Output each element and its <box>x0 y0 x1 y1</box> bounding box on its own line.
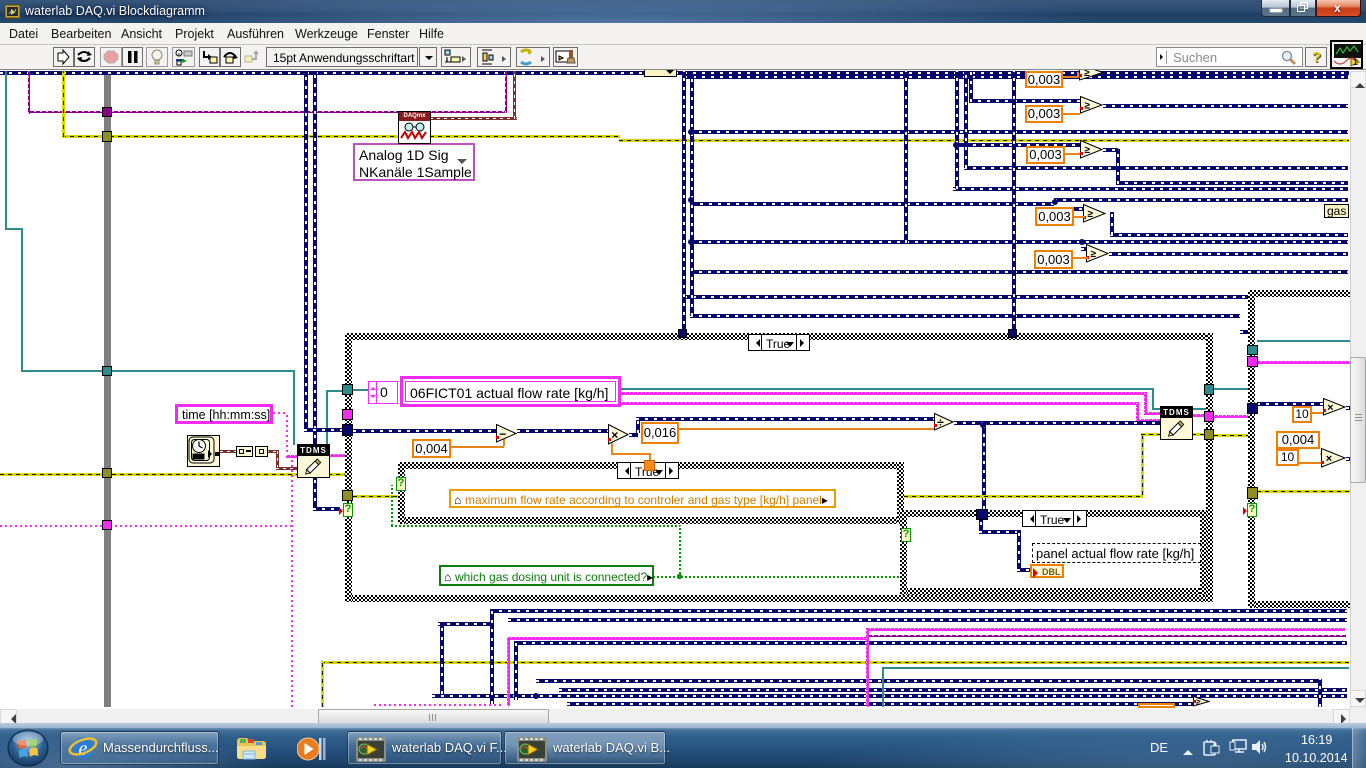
svg-text:≥: ≥ <box>1088 209 1094 220</box>
svg-text:≥: ≥ <box>1085 145 1091 156</box>
svg-text:≥: ≥ <box>1085 101 1091 112</box>
svg-text:×: × <box>1327 402 1333 414</box>
svg-text:≥: ≥ <box>1091 249 1097 260</box>
svg-text:×: × <box>1326 453 1332 465</box>
svg-text:≥: ≥ <box>1196 697 1201 706</box>
svg-text:−: − <box>499 427 506 441</box>
svg-text:×: × <box>611 428 618 442</box>
svg-text:÷: ÷ <box>937 415 944 429</box>
